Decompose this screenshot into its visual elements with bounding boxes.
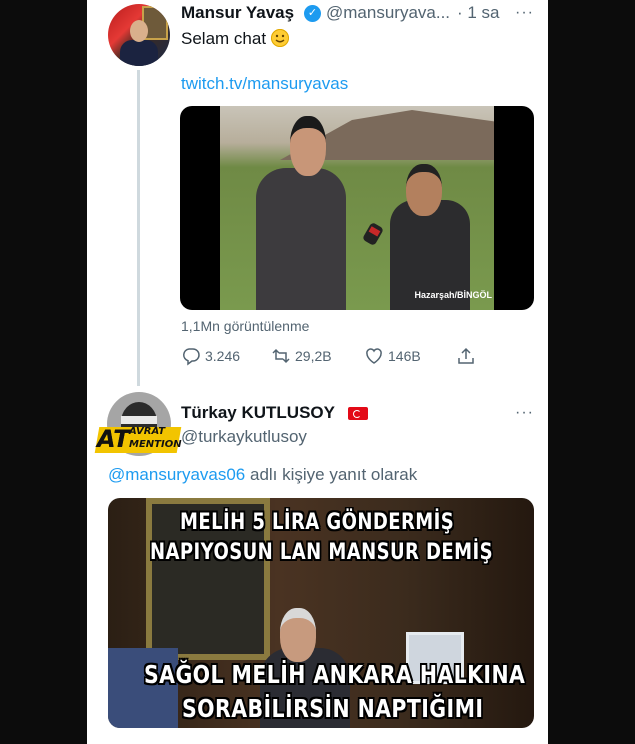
retweet-icon	[271, 346, 291, 366]
badge-top-text: AVRAT	[129, 426, 166, 437]
retweet-button[interactable]: 29,2B	[271, 346, 332, 366]
tweet1-handle[interactable]: @mansuryava...	[326, 3, 450, 23]
tweet2-meme-image[interactable]: MELİH 5 LİRA GÖNDERMİŞ NAPIYOSUN LAN MAN…	[108, 498, 534, 728]
thread-connector-line	[137, 70, 140, 386]
badge-big-text: AT	[97, 425, 130, 453]
meme-caption-line-3: SAĞOL MELİH ANKARA HALKINA	[144, 660, 526, 689]
retweet-count: 29,2B	[295, 348, 332, 364]
reply-mention-link[interactable]: @mansuryavas06	[108, 465, 245, 484]
meme-caption-line-1: MELİH 5 LİRA GÖNDERMİŞ	[180, 510, 455, 535]
smiling-face-emoji-icon	[270, 29, 289, 47]
tweet-thread-panel: Mansur Yavaş ✓ @mansuryava... · 1 sa ···…	[87, 0, 548, 744]
tweet2-more-options-button[interactable]: ···	[515, 404, 534, 422]
verified-badge-icon: ✓	[304, 5, 321, 22]
reply-context: @mansuryavas06 adlı kişiye yanıt olarak	[108, 465, 417, 485]
meme-caption-line-2: NAPIYOSUN LAN MANSUR DEMİŞ	[150, 540, 494, 565]
tweet1-video[interactable]: Hazarşah/BİNGÖL	[180, 106, 534, 310]
heart-icon	[364, 346, 384, 366]
share-button[interactable]	[456, 346, 476, 366]
badge-bottom-text: MENTION	[129, 439, 182, 450]
reply-button[interactable]: 3.246	[181, 346, 240, 366]
video-watermark: Hazarşah/BİNGÖL	[414, 290, 492, 300]
tweet1-text: Selam chat	[181, 29, 289, 49]
share-icon	[456, 346, 476, 366]
like-button[interactable]: 146B	[364, 346, 421, 366]
twitch-link[interactable]: twitch.tv/mansuryavas	[181, 74, 348, 94]
video-frame	[220, 106, 494, 310]
reply-context-suffix: adlı kişiye yanıt olarak	[245, 465, 418, 484]
tweet1-more-options-button[interactable]: ···	[515, 4, 534, 22]
tweet1-text-content: Selam chat	[181, 29, 267, 48]
tweet1-display-name[interactable]: Mansur Yavaş	[181, 3, 294, 23]
turkish-flag-icon	[348, 407, 368, 420]
mansur-yavas-avatar[interactable]	[108, 4, 170, 66]
tweet2-display-name[interactable]: Türkay KUTLUSOY	[181, 403, 335, 423]
view-count: 1,1Mn görüntülenme	[181, 318, 310, 334]
like-count: 146B	[388, 348, 421, 364]
reply-icon	[181, 346, 201, 366]
tweet1-timestamp[interactable]: · 1 sa	[457, 3, 500, 23]
avrat-mention-badge: AT AVRAT MENTION	[94, 423, 182, 455]
meme-caption-line-4: SORABİLİRSİN NAPTIĞIMI	[182, 694, 484, 723]
tweet2-handle[interactable]: @turkaykutlusoy	[181, 427, 307, 447]
reply-count: 3.246	[205, 348, 241, 364]
